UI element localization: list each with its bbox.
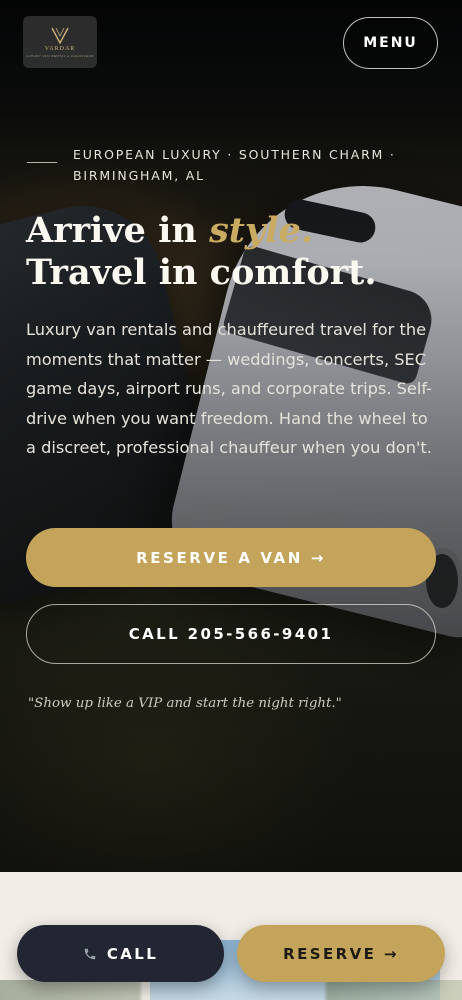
reserve-van-button[interactable]: RESERVE A VAN → (26, 528, 436, 587)
brand-logo[interactable]: VARDAR LUXURY VAN RENTAL & CHAUFFEUR (23, 16, 97, 68)
hero-quote: "Show up like a VIP and start the night … (28, 696, 342, 711)
hero-description: Luxury van rentals and chauffeured trave… (26, 320, 433, 457)
headline-accent: style. (209, 210, 314, 251)
preview-foliage (0, 980, 462, 1000)
headline-part1: Arrive in (26, 210, 210, 251)
menu-button[interactable]: MENU (343, 17, 438, 69)
eyebrow-divider (27, 162, 57, 163)
sticky-call-label: CALL (106, 944, 159, 963)
sticky-call-button[interactable]: CALL (17, 925, 224, 982)
headline-line2: Travel in comfort. (26, 252, 377, 293)
sticky-reserve-button[interactable]: RESERVE → (237, 925, 445, 982)
phone-icon (84, 948, 96, 959)
logo-tagline: LUXURY VAN RENTAL & CHAUFFEUR (26, 53, 94, 58)
logo-brand-name: VARDAR (44, 45, 76, 52)
call-phone-button[interactable]: CALL 205-566-9401 (26, 604, 436, 664)
hero-eyebrow: EUROPEAN LUXURY · SOUTHERN CHARM · BIRMI… (73, 147, 396, 183)
logo-v-icon (51, 27, 69, 44)
hero-headline: Arrive in style. Travel in comfort. (26, 210, 446, 294)
